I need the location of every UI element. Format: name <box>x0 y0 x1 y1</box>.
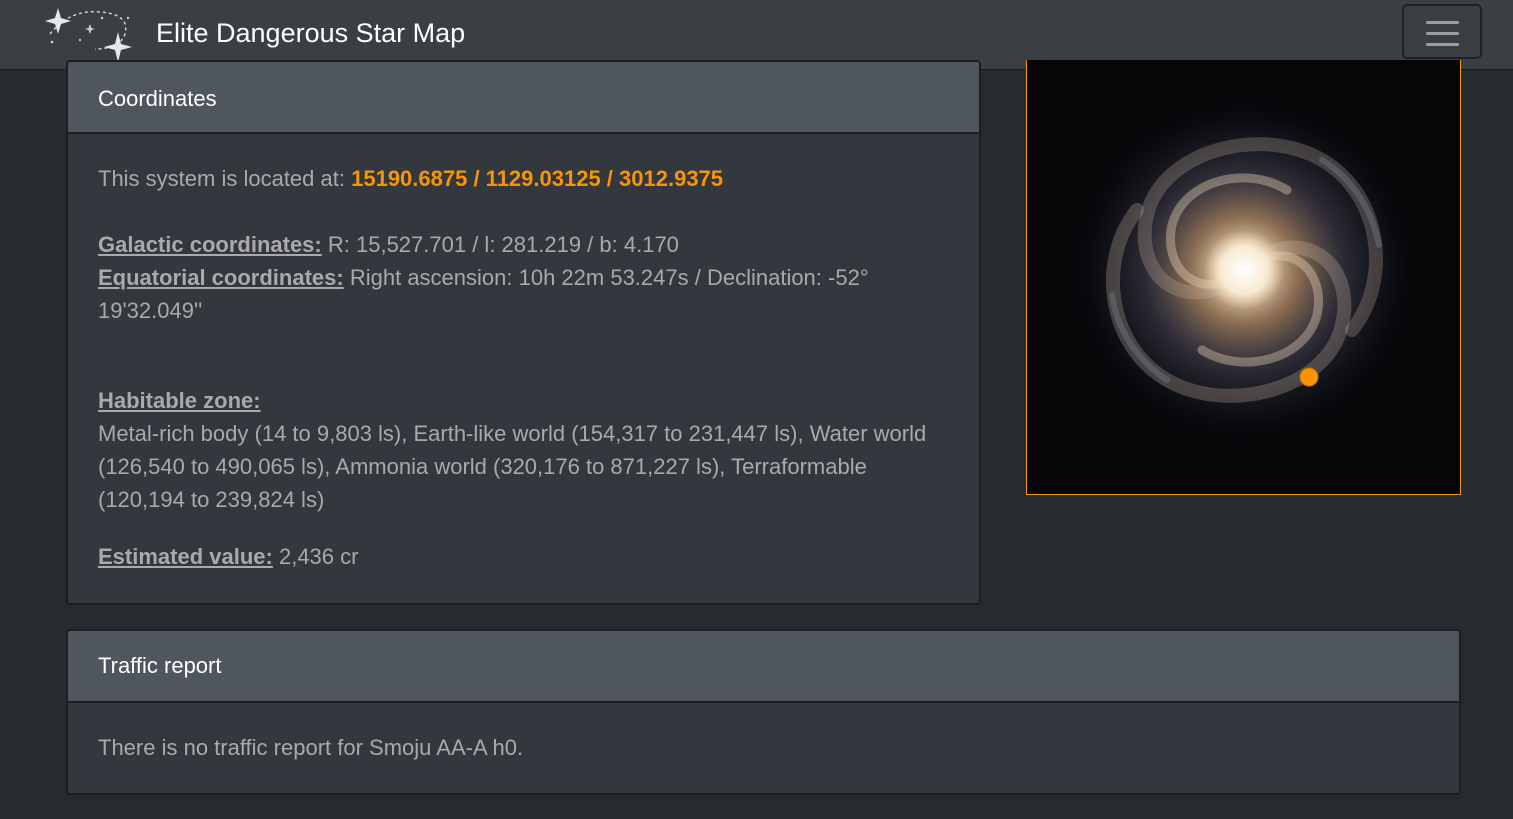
brand-title[interactable]: Elite Dangerous Star Map <box>156 16 465 50</box>
hamburger-bar <box>1426 43 1459 46</box>
equatorial-coordinates-line: Equatorial coordinates: Right ascension:… <box>98 261 948 327</box>
estimated-value-label: Estimated value: <box>98 544 273 569</box>
estimated-value-line: Estimated value: 2,436 cr <box>98 540 948 573</box>
located-prefix: This system is located at: <box>98 166 345 191</box>
traffic-report-card: Traffic report There is no traffic repor… <box>66 629 1461 795</box>
system-location-marker <box>1299 367 1319 387</box>
galactic-coordinates-line: Galactic coordinates: R: 15,527.701 / l:… <box>98 228 948 261</box>
location-line: This system is located at: 15190.6875 / … <box>98 162 948 195</box>
galactic-coordinates-label: Galactic coordinates: <box>98 232 322 257</box>
habitable-zone-value: Metal-rich body (14 to 9,803 ls), Earth-… <box>98 421 927 512</box>
stars-logo-icon[interactable] <box>40 4 140 64</box>
located-coordinates: 15190.6875 / 1129.03125 / 3012.9375 <box>351 166 724 191</box>
coordinates-card-body: This system is located at: 15190.6875 / … <box>98 162 948 573</box>
milky-way-galaxy-map <box>1027 60 1460 494</box>
hamburger-menu-icon <box>1426 21 1459 24</box>
coordinates-card-header: Coordinates <box>68 62 979 134</box>
habitable-zone-label-line: Habitable zone: <box>98 384 948 417</box>
equatorial-coordinates-label: Equatorial coordinates: <box>98 265 344 290</box>
traffic-report-header: Traffic report <box>68 631 1459 703</box>
galaxy-map[interactable] <box>1026 60 1461 495</box>
coordinates-card: Coordinates This system is located at: 1… <box>66 60 981 605</box>
galactic-coordinates-value: R: 15,527.701 / l: 281.219 / b: 4.170 <box>327 232 679 257</box>
estimated-value: 2,436 cr <box>278 544 359 569</box>
hamburger-bar <box>1426 32 1459 35</box>
habitable-zone-label: Habitable zone: <box>98 388 261 413</box>
traffic-report-message: There is no traffic report for Smoju AA-… <box>98 735 524 760</box>
hamburger-menu-button[interactable] <box>1402 4 1482 59</box>
